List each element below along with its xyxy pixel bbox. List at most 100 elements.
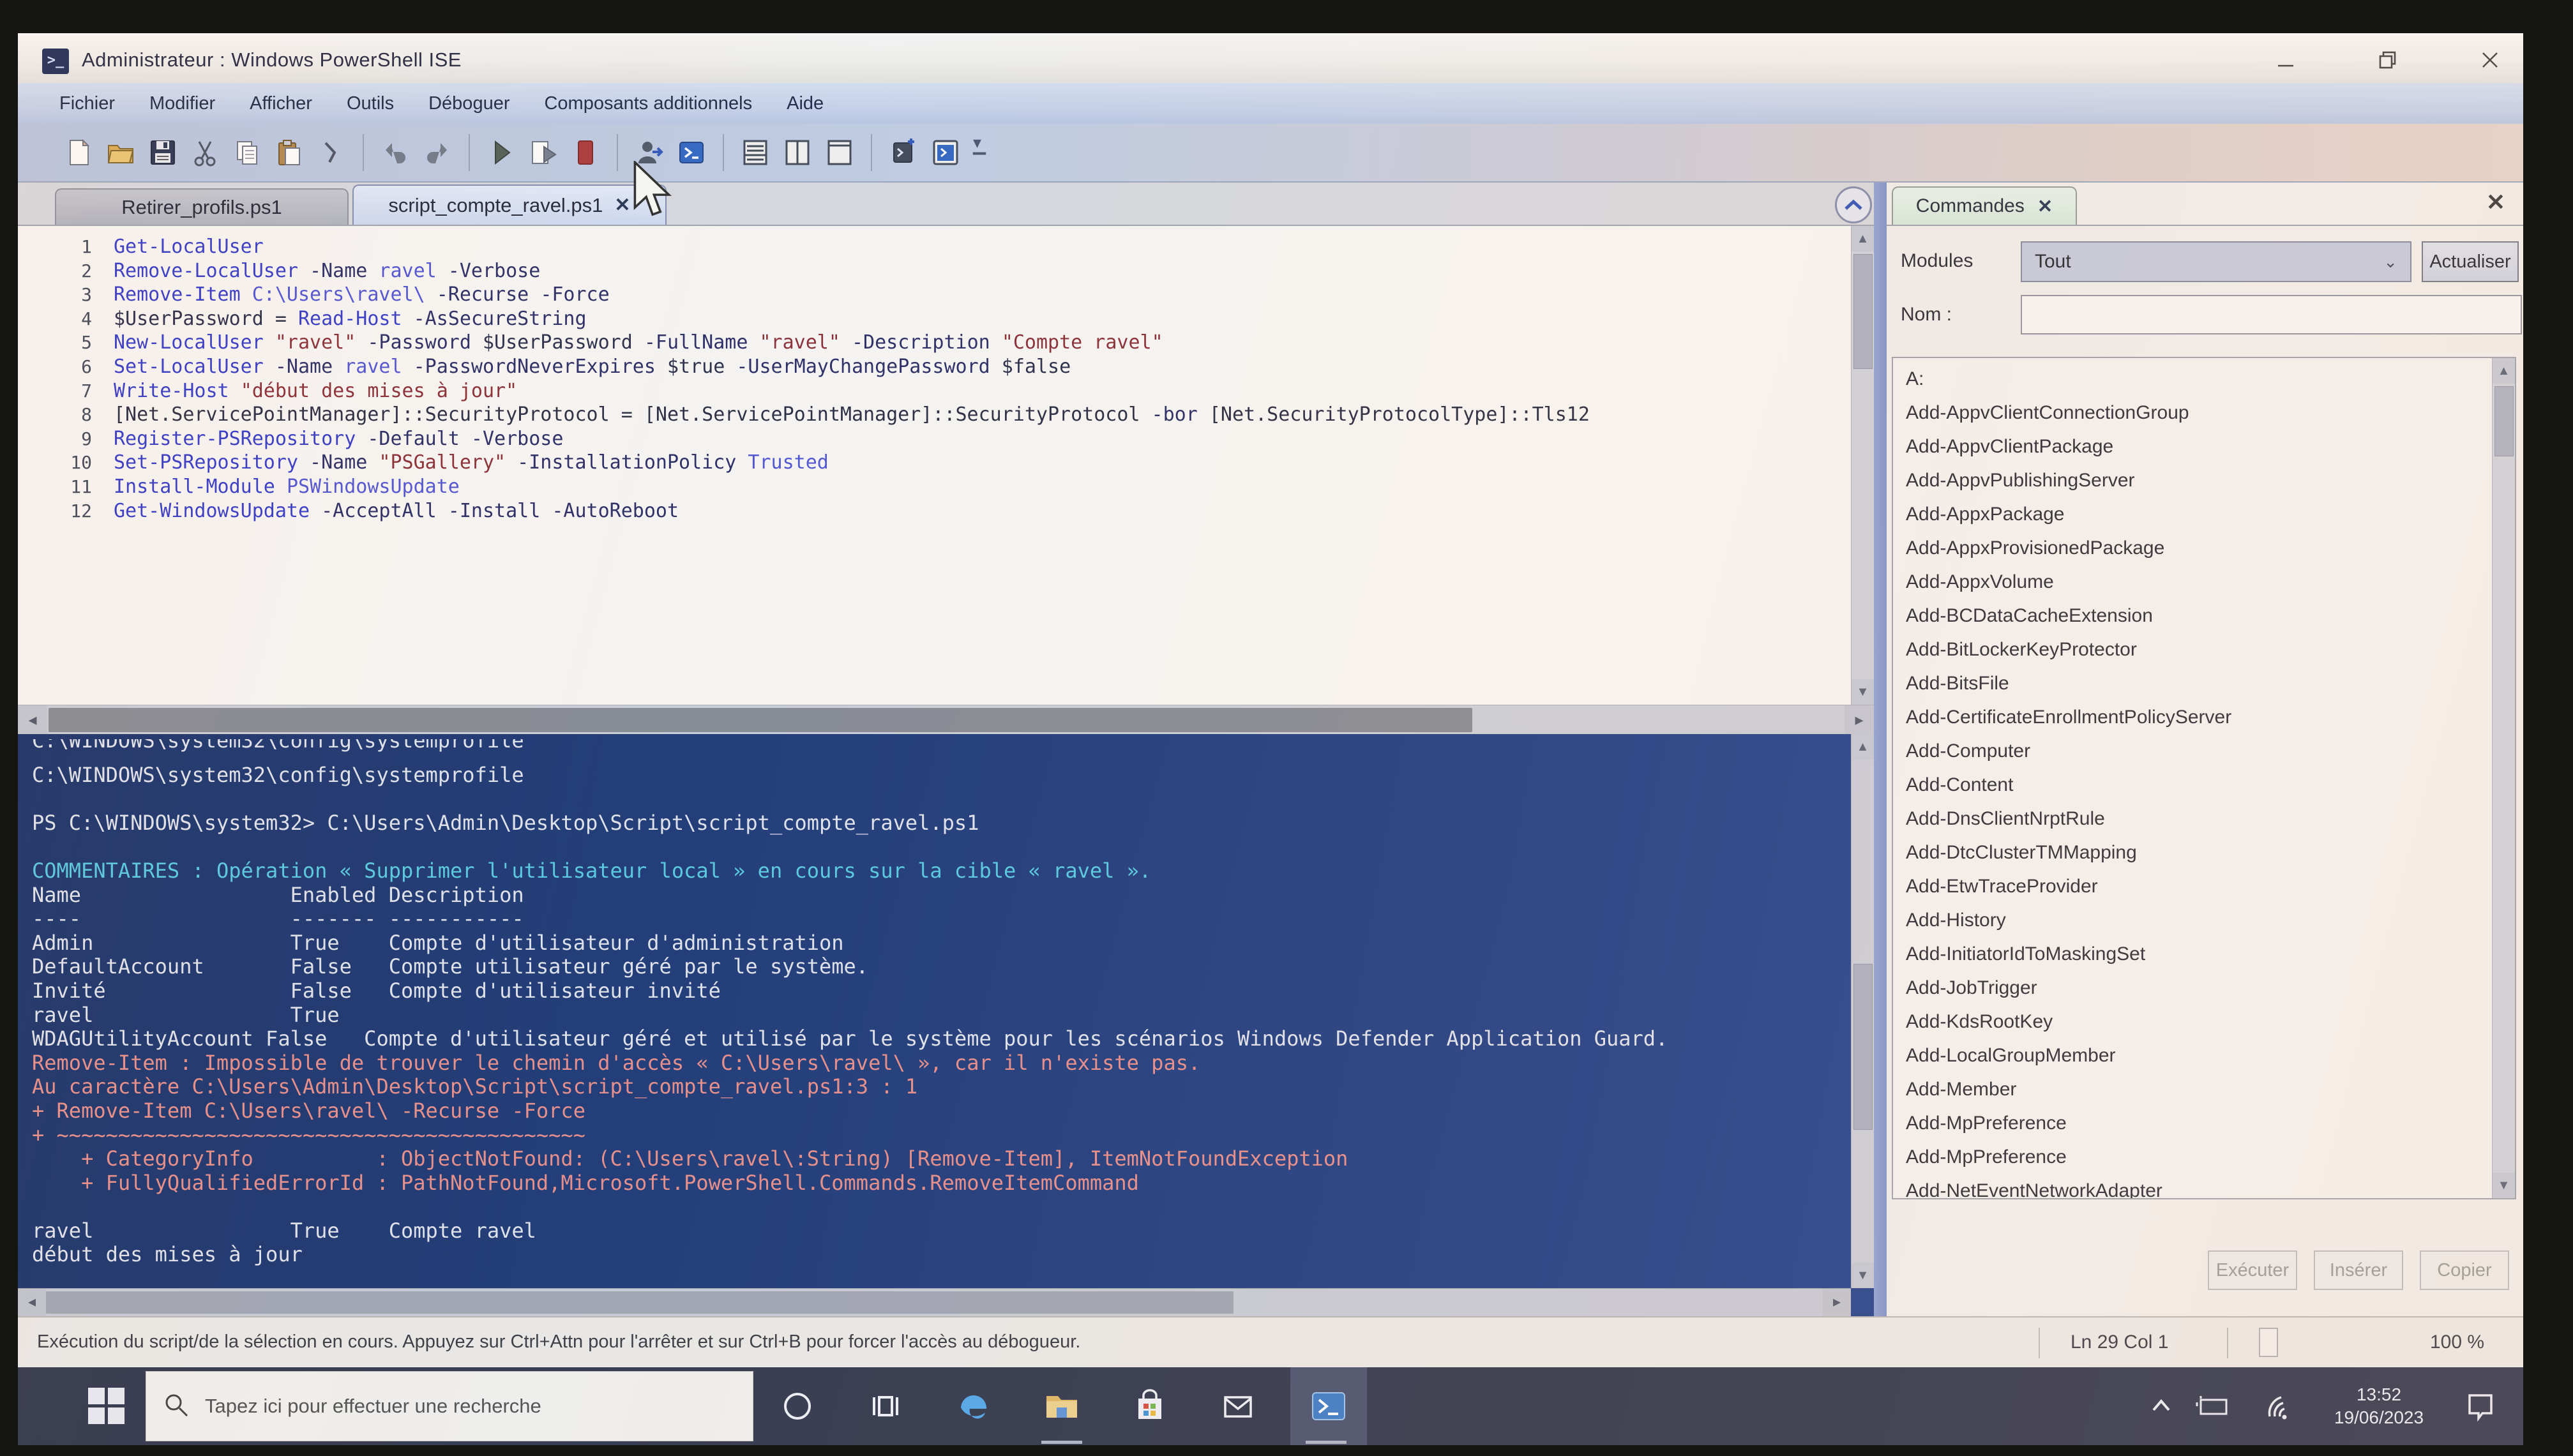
scroll-down-icon[interactable]: ▼ bbox=[1852, 1263, 1874, 1288]
command-list-item-add-history[interactable]: Add-History bbox=[1893, 903, 2492, 937]
menu-item-aide[interactable]: Aide bbox=[769, 83, 841, 124]
paste-icon[interactable] bbox=[268, 130, 310, 175]
edge-icon[interactable] bbox=[938, 1367, 1009, 1445]
pane-divider[interactable] bbox=[1874, 183, 1887, 1316]
command-list-item-add-appxpackage[interactable]: Add-AppxPackage bbox=[1893, 497, 2492, 531]
command-list-item-add-appvclientpackage[interactable]: Add-AppvClientPackage bbox=[1893, 430, 2492, 463]
command-list-item-add-initiatoridtomaskingset[interactable]: Add-InitiatorIdToMaskingSet bbox=[1893, 937, 2492, 971]
menu-item-composants-additionnels[interactable]: Composants additionnels bbox=[527, 83, 769, 124]
command-list-item-add-mppreference[interactable]: Add-MpPreference bbox=[1893, 1106, 2492, 1140]
editor-horizontal-scrollbar[interactable]: ◂ ▸ bbox=[18, 705, 1874, 734]
command-list-item-add-etwtraceprovider[interactable]: Add-EtwTraceProvider bbox=[1893, 869, 2492, 903]
console-hscroll-thumb[interactable] bbox=[46, 1291, 1234, 1314]
battery-icon[interactable] bbox=[2184, 1367, 2241, 1445]
tab-script-compte-ravel[interactable]: script_compte_ravel.ps1✕ bbox=[352, 184, 667, 225]
show-script-pane-toggle-icon[interactable] bbox=[924, 130, 967, 175]
commands-scroll-thumb[interactable] bbox=[2494, 386, 2514, 456]
menu-item-fichier[interactable]: Fichier bbox=[42, 83, 132, 124]
show-script-pane-top-icon[interactable] bbox=[734, 130, 776, 175]
new-script-icon[interactable] bbox=[57, 130, 100, 175]
copy-icon[interactable] bbox=[226, 130, 268, 175]
editor-hscroll-thumb[interactable] bbox=[49, 708, 1472, 732]
mail-icon[interactable] bbox=[1202, 1367, 1274, 1445]
command-list-item-add-certificateenrollmentpolicyserver[interactable]: Add-CertificateEnrollmentPolicyServer bbox=[1893, 700, 2492, 734]
command-list-item-add-neteventnetworkadapter[interactable]: Add-NetEventNetworkAdapter bbox=[1893, 1174, 2492, 1199]
taskbar-clock[interactable]: 13:52 19/06/2023 bbox=[2315, 1367, 2443, 1445]
cut-icon[interactable] bbox=[184, 130, 226, 175]
show-script-pane-right-icon[interactable] bbox=[776, 130, 819, 175]
commands-tab-close-icon[interactable]: ✕ bbox=[2037, 195, 2053, 218]
command-list-item-add-bcdatacacheextension[interactable]: Add-BCDataCacheExtension bbox=[1893, 599, 2492, 633]
command-list-item-add-dtcclustertmmapping[interactable]: Add-DtcClusterTMMapping bbox=[1893, 836, 2492, 869]
command-list-item-add-bitlockerkeyprotector[interactable]: Add-BitLockerKeyProtector bbox=[1893, 633, 2492, 666]
clear-console-icon[interactable] bbox=[310, 130, 352, 175]
command-list-item-a[interactable]: A: bbox=[1893, 362, 2492, 396]
notifications-icon[interactable] bbox=[2452, 1367, 2509, 1445]
run-selection-icon[interactable] bbox=[522, 130, 564, 175]
scroll-right-icon[interactable]: ▸ bbox=[1845, 705, 1874, 734]
powershell-taskbar-icon[interactable] bbox=[1290, 1367, 1367, 1445]
menu-item-deboguer[interactable]: Déboguer bbox=[411, 83, 527, 124]
wifi-icon[interactable] bbox=[2252, 1367, 2310, 1445]
console-scroll-thumb[interactable] bbox=[1853, 964, 1873, 1130]
store-icon[interactable] bbox=[1114, 1367, 1186, 1445]
modules-dropdown[interactable]: Tout ⌄ bbox=[2021, 241, 2411, 282]
command-list-item-add-localgroupmember[interactable]: Add-LocalGroupMember bbox=[1893, 1039, 2492, 1072]
copier-button[interactable]: Copier bbox=[2420, 1250, 2509, 1290]
script-editor[interactable]: 1Get-LocalUser2Remove-LocalUser -Name ra… bbox=[18, 225, 1874, 705]
menu-item-outils[interactable]: Outils bbox=[329, 83, 411, 124]
scroll-left-icon[interactable]: ◂ bbox=[18, 1289, 46, 1316]
editor-vertical-scrollbar[interactable]: ▲ ▼ bbox=[1851, 226, 1874, 705]
file-explorer-icon[interactable] bbox=[1026, 1367, 1098, 1445]
start-powershell-icon[interactable] bbox=[670, 130, 713, 175]
editor-scroll-thumb[interactable] bbox=[1853, 254, 1873, 369]
command-list-item-add-bitsfile[interactable]: Add-BitsFile bbox=[1893, 666, 2492, 700]
cortana-icon[interactable] bbox=[762, 1367, 833, 1445]
command-list-item-add-appxprovisionedpackage[interactable]: Add-AppxProvisionedPackage bbox=[1893, 531, 2492, 565]
scroll-up-icon[interactable]: ▲ bbox=[1852, 226, 1874, 251]
start-button-icon[interactable] bbox=[88, 1388, 125, 1425]
command-list-item-add-member[interactable]: Add-Member bbox=[1893, 1072, 2492, 1106]
tab-close-icon[interactable]: ✕ bbox=[614, 194, 630, 216]
command-list-item-add-jobtrigger[interactable]: Add-JobTrigger bbox=[1893, 971, 2492, 1005]
toolbar-overflow-icon[interactable]: ▾▔ bbox=[973, 133, 986, 172]
show-script-pane-maximized-icon[interactable] bbox=[819, 130, 861, 175]
command-list-item-add-kdsrootkey[interactable]: Add-KdsRootKey bbox=[1893, 1005, 2492, 1039]
commands-list[interactable]: A:Add-AppvClientConnectionGroupAdd-AppvC… bbox=[1892, 357, 2516, 1199]
command-list-item-add-appvpublishingserver[interactable]: Add-AppvPublishingServer bbox=[1893, 463, 2492, 497]
scroll-up-icon[interactable]: ▲ bbox=[2493, 358, 2515, 384]
commands-scrollbar[interactable]: ▲ ▼ bbox=[2492, 358, 2515, 1198]
name-input[interactable] bbox=[2021, 295, 2522, 334]
command-list-item-add-appvclientconnectiongroup[interactable]: Add-AppvClientConnectionGroup bbox=[1893, 396, 2492, 430]
console-vertical-scrollbar[interactable]: ▲ ▼ bbox=[1851, 734, 1874, 1288]
scroll-right-icon[interactable]: ▸ bbox=[1823, 1289, 1851, 1316]
console-horizontal-scrollbar[interactable]: ◂ ▸ bbox=[18, 1288, 1851, 1316]
refresh-button[interactable]: Actualiser bbox=[2422, 241, 2519, 282]
save-script-icon[interactable] bbox=[142, 130, 184, 175]
minimize-icon[interactable] bbox=[2269, 45, 2302, 75]
tab-retirer-profils[interactable]: Retirer_profils.ps1 bbox=[55, 188, 349, 225]
close-icon[interactable] bbox=[2473, 45, 2507, 75]
restore-icon[interactable] bbox=[2371, 45, 2404, 75]
new-powershell-tab-icon[interactable] bbox=[882, 130, 924, 175]
console-pane[interactable]: C:\WINDOWS\system32\config\systemprofile… bbox=[18, 734, 1874, 1316]
panel-close-icon[interactable]: ✕ bbox=[2486, 189, 2505, 216]
collapse-script-pane-icon[interactable] bbox=[1835, 186, 1872, 223]
command-list-item-add-appxvolume[interactable]: Add-AppxVolume bbox=[1893, 565, 2492, 599]
zoom-slider[interactable] bbox=[2259, 1328, 2278, 1357]
hidden-icons-chevron-icon[interactable] bbox=[2139, 1367, 2184, 1445]
scroll-down-icon[interactable]: ▼ bbox=[2493, 1173, 2515, 1198]
stop-operation-icon[interactable] bbox=[564, 130, 607, 175]
command-list-item-add-computer[interactable]: Add-Computer bbox=[1893, 734, 2492, 768]
menu-item-afficher[interactable]: Afficher bbox=[232, 83, 329, 124]
command-list-item-add-dnsclientnrptrule[interactable]: Add-DnsClientNrptRule bbox=[1893, 802, 2492, 836]
executer-button[interactable]: Exécuter bbox=[2208, 1250, 2297, 1290]
taskbar-search-input[interactable]: Tapez ici pour effectuer une recherche bbox=[146, 1371, 753, 1441]
inserer-button[interactable]: Insérer bbox=[2314, 1250, 2403, 1290]
task-view-icon[interactable] bbox=[850, 1367, 921, 1445]
scroll-left-icon[interactable]: ◂ bbox=[18, 705, 47, 734]
command-list-item-add-mppreference[interactable]: Add-MpPreference bbox=[1893, 1140, 2492, 1174]
command-list-item-add-content[interactable]: Add-Content bbox=[1893, 768, 2492, 802]
scroll-up-icon[interactable]: ▲ bbox=[1852, 734, 1874, 760]
commands-tab[interactable]: Commandes ✕ bbox=[1892, 186, 2077, 225]
